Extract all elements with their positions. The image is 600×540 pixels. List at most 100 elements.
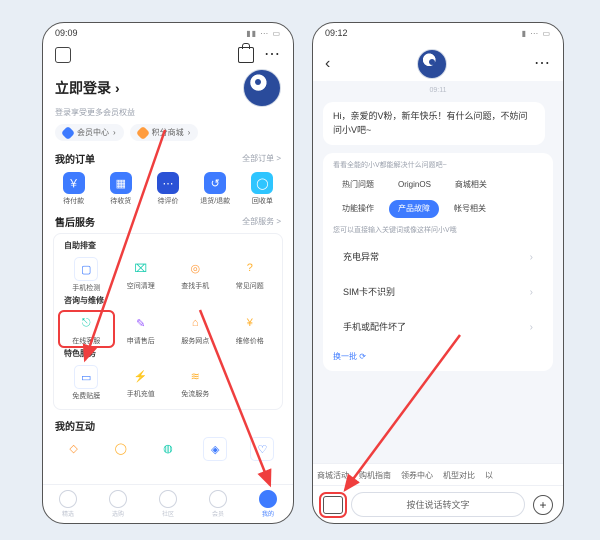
question-icon: ?	[239, 257, 261, 279]
chip-originos[interactable]: OriginOS	[389, 176, 440, 194]
login-title-text: 立即登录	[55, 78, 111, 98]
inter-4[interactable]: ◈	[193, 437, 238, 461]
status-bar: 09:09 ▮▮ ⋯ ▭	[43, 23, 293, 43]
chip-product-fault[interactable]: 产品故障	[389, 200, 439, 218]
sugg-coupon[interactable]: 领券中心	[401, 470, 433, 481]
add-button[interactable]: +	[533, 495, 553, 515]
keyboard-toggle-icon[interactable]	[323, 496, 343, 514]
chat-outline-icon: ◇	[63, 437, 85, 459]
settings-hex-icon[interactable]	[55, 47, 71, 63]
bot-avatar	[417, 49, 447, 79]
cleanup-icon: ⌧	[130, 257, 152, 279]
special-free-data[interactable]: ≋免流服务	[169, 365, 222, 401]
nav-icon	[209, 490, 227, 508]
self-space-clean[interactable]: ⌧空间清理	[115, 257, 168, 293]
special-film[interactable]: ▭免费贴膜	[60, 365, 113, 401]
chevron-right-icon: ›	[530, 250, 533, 265]
status-icons: ▮▮ ⋯ ▭	[246, 29, 281, 38]
direct-hint: 您可以直接输入关键词或像这样问小V哦	[333, 226, 543, 237]
sugg-buy-guide[interactable]: 购机指南	[359, 470, 391, 481]
special-recharge[interactable]: ⚡手机充值	[115, 365, 168, 401]
data-icon: ≋	[184, 365, 206, 387]
self-find-phone[interactable]: ◎查找手机	[169, 257, 222, 293]
special-title: 特色服务	[58, 348, 278, 363]
badge-icon: ◍	[157, 437, 179, 459]
swap-batch[interactable]: 换一批 ⟳	[333, 351, 543, 363]
panel-hint: 看看全能的小V都能解决什么问题吧~	[333, 161, 543, 172]
form-icon: ✎	[130, 312, 152, 334]
sugg-compare[interactable]: 机型对比	[443, 470, 475, 481]
nav-icon	[109, 490, 127, 508]
suggestion-row: 商城活动 购机指南 领券中心 机型对比 以	[313, 463, 563, 485]
more-icon[interactable]: ⋯	[264, 47, 281, 63]
price-icon: ¥	[239, 312, 261, 334]
wallet-icon: ￥	[63, 172, 85, 194]
chevron-right-icon: ›	[530, 285, 533, 300]
nav-shop[interactable]: 选购	[93, 490, 143, 518]
chip-account[interactable]: 帐号相关	[445, 200, 495, 218]
recycle-icon: ◯	[251, 172, 273, 194]
consult-apply[interactable]: ✎申请售后	[115, 312, 168, 346]
chat-timestamp: 09:11	[323, 87, 553, 94]
self-check-title: 自助排查	[58, 240, 278, 255]
back-button[interactable]: ‹	[325, 55, 330, 73]
sugg-more[interactable]: 以	[485, 470, 493, 481]
consult-outlets[interactable]: ⌂服务网点	[169, 312, 222, 346]
star-icon: ◈	[203, 437, 227, 461]
consult-price[interactable]: ¥维修价格	[224, 312, 277, 346]
phone-left: 09:09 ▮▮ ⋯ ▭ ⋯ 立即登录 › 登录享受更多会员权益 会员中心› 积…	[42, 22, 294, 524]
panel-bubble: 看看全能的小V都能解决什么问题吧~ 热门问题 OriginOS 商城相关 功能操…	[323, 153, 553, 371]
greeting-bubble: Hi，亲爱的V粉，新年快乐！有什么问题，不妨问问小V吧~	[323, 102, 545, 145]
consult-online-service[interactable]: ⎋在线客服	[60, 312, 113, 346]
faq-broken[interactable]: 手机或配件坏了›	[333, 312, 543, 343]
self-faq[interactable]: ?常见问题	[224, 257, 277, 293]
orders-title: 我的订单	[55, 151, 95, 166]
chevron-right-icon: ›	[530, 320, 533, 335]
phone-right: 09:12 ▮ ⋯ ▭ ‹ ⋯ 09:11 Hi，亲爱的V粉，新年快乐！有什么问…	[312, 22, 564, 524]
chevron-right-icon: ›	[115, 80, 120, 96]
sugg-mall-activity[interactable]: 商城活动	[317, 470, 349, 481]
after-more[interactable]: 全部服务 >	[242, 216, 281, 227]
phone-check-icon: ▢	[74, 257, 98, 281]
chip-function[interactable]: 功能操作	[333, 200, 383, 218]
login-button[interactable]: 立即登录 ›	[55, 78, 120, 98]
cart-icon[interactable]	[238, 47, 254, 63]
coin-icon	[136, 125, 150, 139]
order-pending-pay[interactable]: ￥待付款	[51, 172, 96, 206]
more-icon[interactable]: ⋯	[534, 56, 551, 72]
voice-input[interactable]: 按住说话转文字	[351, 492, 525, 517]
nav-member[interactable]: 会员	[193, 490, 243, 518]
status-icons: ▮ ⋯ ▭	[522, 29, 551, 38]
headset-icon: ⎋	[75, 312, 97, 334]
inter-5[interactable]: ♡	[240, 437, 285, 461]
self-phone-check[interactable]: ▢手机检测	[60, 257, 113, 293]
pill-points-mall[interactable]: 积分商城›	[130, 124, 199, 141]
box-icon: ▦	[110, 172, 132, 194]
consult-title: 咨询与维修	[58, 295, 278, 310]
chat-input-bar: 按住说话转文字 +	[313, 485, 563, 523]
order-refund[interactable]: ↺退货/退款	[193, 172, 238, 206]
nav-featured[interactable]: 精选	[43, 490, 93, 518]
chip-mall[interactable]: 商城相关	[446, 176, 496, 194]
inter-3[interactable]: ◍	[145, 437, 190, 461]
location-icon: ⌂	[184, 312, 206, 334]
recharge-icon: ⚡	[130, 365, 152, 387]
inter-2[interactable]: ◯	[98, 437, 143, 461]
chat-icon: ⋯	[157, 172, 179, 194]
refund-icon: ↺	[204, 172, 226, 194]
orders-more[interactable]: 全部订单 >	[242, 153, 281, 164]
nav-icon	[259, 490, 277, 508]
faq-charging[interactable]: 充电异常›	[333, 242, 543, 273]
pill-member-center[interactable]: 会员中心›	[55, 124, 124, 141]
inter-1[interactable]: ◇	[51, 437, 96, 461]
nav-community[interactable]: 社区	[143, 490, 193, 518]
order-pending-review[interactable]: ⋯待评价	[145, 172, 190, 206]
nav-mine[interactable]: 我的	[243, 490, 293, 518]
chip-hot[interactable]: 热门问题	[333, 176, 383, 194]
faq-sim[interactable]: SIM卡不识别›	[333, 277, 543, 308]
order-pending-ship[interactable]: ▦待收货	[98, 172, 143, 206]
after-title: 售后服务	[55, 214, 95, 229]
nav-icon	[159, 490, 177, 508]
order-recycle[interactable]: ◯回收单	[240, 172, 285, 206]
avatar[interactable]	[243, 69, 281, 107]
